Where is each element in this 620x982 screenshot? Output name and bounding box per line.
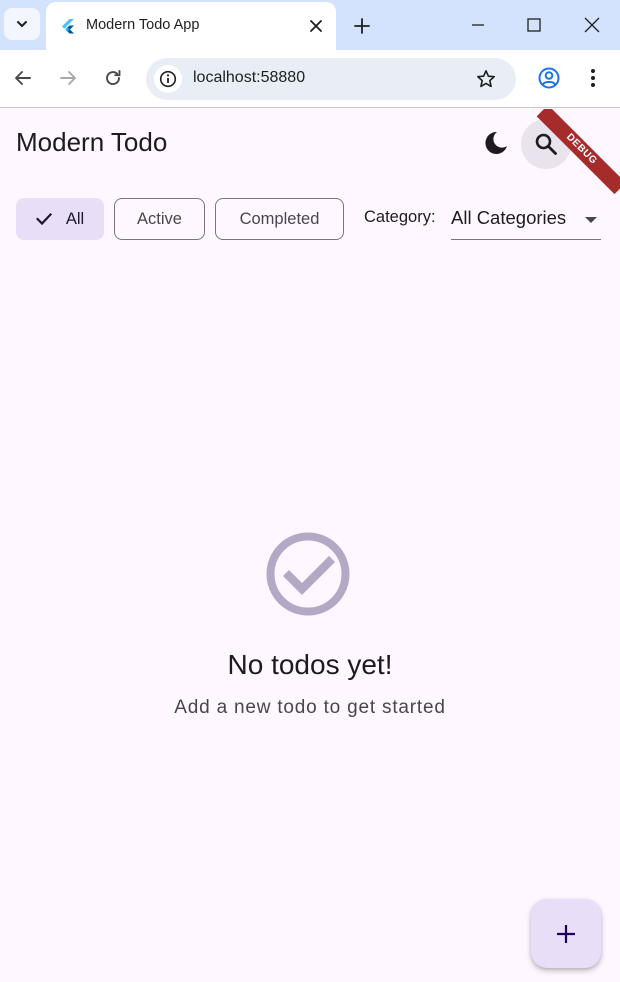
address-bar[interactable]: localhost:58880 <box>146 58 516 100</box>
browser-tabstrip: Modern Todo App <box>0 0 620 50</box>
maximize-button[interactable] <box>519 10 549 40</box>
tab-search-button[interactable] <box>4 8 40 40</box>
arrow-left-icon <box>15 71 31 85</box>
close-icon <box>310 20 322 32</box>
flutter-logo-icon <box>62 19 74 34</box>
minimize-button[interactable] <box>463 10 493 40</box>
minimize-icon <box>472 24 484 26</box>
add-icon <box>557 924 575 943</box>
info-icon <box>159 70 177 88</box>
dropdown-arrow-icon <box>585 217 597 223</box>
check-circle-icon <box>266 532 350 616</box>
browser-menu-button[interactable] <box>580 63 606 93</box>
new-tab-button[interactable] <box>348 12 376 40</box>
profile-button[interactable] <box>534 63 564 93</box>
browser-toolbar: localhost:58880 <box>0 50 620 108</box>
tab-close-button[interactable] <box>306 16 326 36</box>
page-title: Modern Todo <box>16 127 168 157</box>
filter-chip-active[interactable]: Active <box>114 198 205 240</box>
filter-chip-all[interactable]: All <box>16 198 104 240</box>
filter-chip-completed[interactable]: Completed <box>215 198 344 240</box>
category-dropdown-value: All Categories <box>451 207 567 228</box>
filter-chip-label: Active <box>137 209 182 228</box>
app-viewport: Modern Todo DEBUG All Active Completed C… <box>0 109 620 982</box>
window-close-button[interactable] <box>577 10 607 40</box>
more-vert-icon <box>591 69 595 87</box>
category-dropdown[interactable]: All Categories <box>451 197 601 240</box>
arrow-right-icon <box>60 71 76 85</box>
chevron-down-icon <box>17 21 27 27</box>
empty-state-subtitle: Add a new todo to get started <box>174 697 446 718</box>
close-icon <box>584 17 600 33</box>
url-text: localhost:58880 <box>193 69 306 86</box>
category-label: Category: <box>364 208 436 226</box>
filter-chip-label: All <box>65 209 85 228</box>
back-button[interactable] <box>8 63 38 93</box>
account-circle-icon <box>538 67 560 89</box>
star-icon <box>477 70 495 88</box>
maximize-icon <box>527 18 541 32</box>
forward-button[interactable] <box>53 63 83 93</box>
reload-button[interactable] <box>98 63 128 93</box>
reload-icon <box>106 70 121 86</box>
check-icon <box>35 212 52 226</box>
theme-toggle-button[interactable] <box>474 121 518 165</box>
site-info-button[interactable] <box>154 65 182 93</box>
bookmark-button[interactable] <box>472 65 500 93</box>
search-icon <box>535 133 557 155</box>
empty-state-title: No todos yet! <box>227 649 393 680</box>
plus-icon <box>354 18 370 34</box>
browser-tab[interactable]: Modern Todo App <box>46 2 336 50</box>
add-todo-button[interactable] <box>531 899 601 968</box>
moon-icon <box>485 131 507 154</box>
tab-title: Modern Todo App <box>86 17 200 33</box>
filter-chip-label: Completed <box>239 209 320 228</box>
